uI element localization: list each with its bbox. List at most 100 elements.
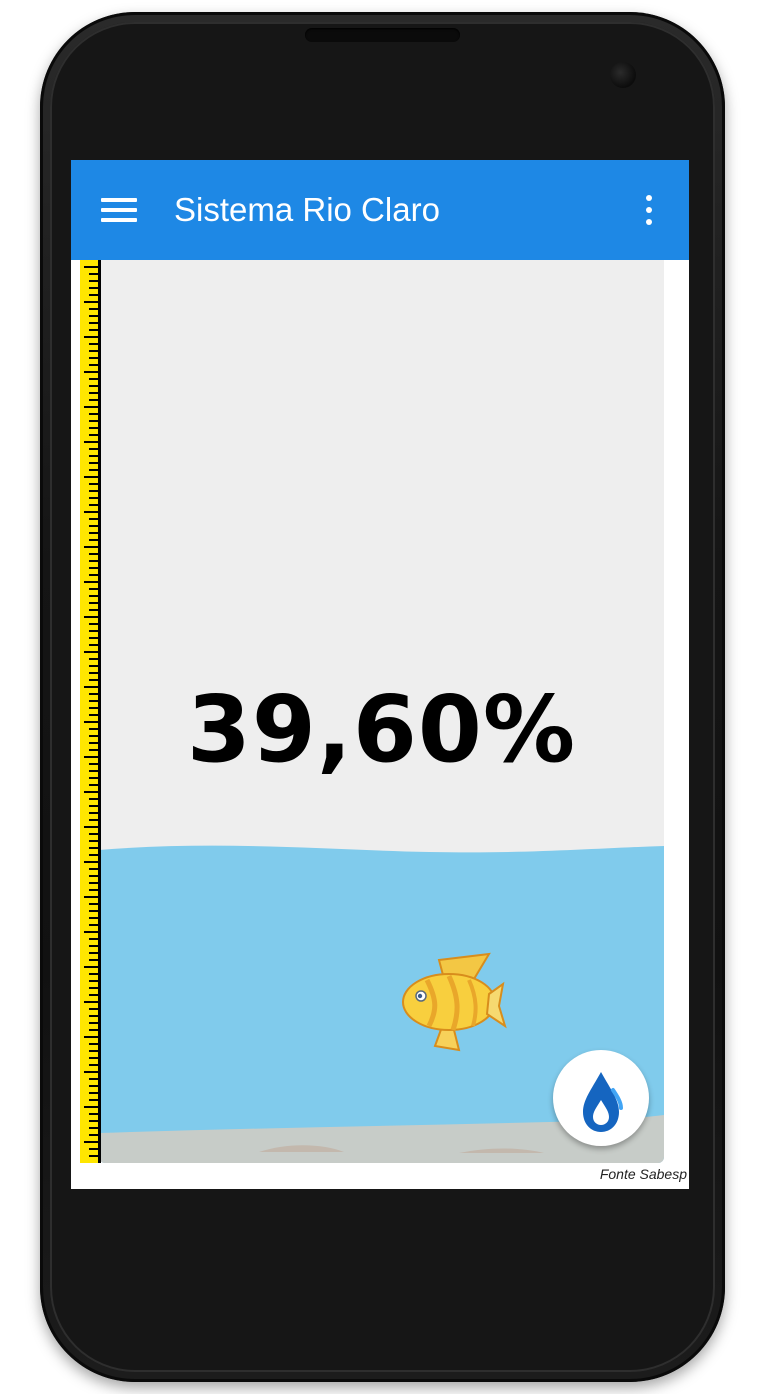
ruler-tick — [84, 756, 98, 758]
ruler-tick — [89, 679, 98, 681]
ruler-tick — [89, 903, 98, 905]
ruler-tick — [89, 448, 98, 450]
ruler-tick — [89, 280, 98, 282]
ruler-tick — [89, 952, 98, 954]
ruler-tick — [89, 294, 98, 296]
ruler-tick — [89, 574, 98, 576]
ruler-tick — [89, 637, 98, 639]
ruler-tick — [84, 931, 98, 933]
ruler-tick — [89, 784, 98, 786]
ruler-tick — [89, 973, 98, 975]
ruler-tick — [89, 644, 98, 646]
ruler-tick — [89, 553, 98, 555]
ruler-tick — [89, 490, 98, 492]
ruler-tick — [89, 812, 98, 814]
ruler-tick — [89, 693, 98, 695]
ruler-tick — [89, 630, 98, 632]
ruler-tick — [84, 896, 98, 898]
ruler-tick — [89, 749, 98, 751]
ruler-tick — [89, 840, 98, 842]
water-drop-icon — [583, 1072, 623, 1132]
ruler-tick — [89, 469, 98, 471]
ruler-tick — [84, 651, 98, 653]
ruler-tick — [84, 1001, 98, 1003]
ruler-tick — [84, 336, 98, 338]
ruler-tick — [84, 686, 98, 688]
ruler-tick — [89, 798, 98, 800]
ruler-tick — [89, 1127, 98, 1129]
ruler-tick — [89, 1029, 98, 1031]
ruler-tick — [89, 1022, 98, 1024]
water-drop-button[interactable] — [553, 1050, 649, 1146]
ruler-tick — [89, 1064, 98, 1066]
ruler-tick — [89, 399, 98, 401]
ruler-tick — [84, 581, 98, 583]
ruler-tick — [84, 371, 98, 373]
ruler-tick — [89, 847, 98, 849]
ruler-tick — [89, 1015, 98, 1017]
ruler-tick — [89, 875, 98, 877]
ruler-tick — [89, 518, 98, 520]
ruler-tick — [89, 1134, 98, 1136]
ruler-tick — [89, 1099, 98, 1101]
ruler-tick — [89, 805, 98, 807]
ruler-tick — [89, 910, 98, 912]
ruler-tick — [84, 1106, 98, 1108]
ruler-tick — [89, 364, 98, 366]
ruler-tick — [89, 980, 98, 982]
ruler-tick — [89, 595, 98, 597]
ruler-tick — [84, 966, 98, 968]
ruler-tick — [84, 406, 98, 408]
ruler-tick — [89, 777, 98, 779]
ruler-tick — [84, 826, 98, 828]
ruler-tick — [89, 602, 98, 604]
ruler-tick — [89, 1050, 98, 1052]
ruler-tick — [89, 868, 98, 870]
ruler-tick — [89, 945, 98, 947]
content-area: 39,60% Fonte Sabesp — [71, 260, 689, 1189]
ruler-tick — [84, 546, 98, 548]
ruler-tick — [89, 1057, 98, 1059]
ruler-tick — [84, 616, 98, 618]
ruler-tick — [89, 763, 98, 765]
phone-screen: Sistema Rio Claro 39,60% Fonte Sabesp — [71, 160, 689, 1189]
ruler-tick — [89, 273, 98, 275]
ruler-tick — [89, 434, 98, 436]
ruler-tick — [89, 1148, 98, 1150]
ruler-tick — [89, 707, 98, 709]
data-source-label: Fonte Sabesp — [599, 1166, 687, 1182]
ruler-tick — [89, 343, 98, 345]
ruler-tick — [84, 266, 98, 268]
ruler-tick — [89, 728, 98, 730]
hamburger-menu-icon[interactable] — [101, 196, 137, 224]
ruler-tick — [89, 420, 98, 422]
ruler-tick — [89, 378, 98, 380]
ruler-tick — [89, 672, 98, 674]
ruler-tick — [89, 994, 98, 996]
ruler-tick — [89, 924, 98, 926]
ruler-tick — [89, 1092, 98, 1094]
ruler-tick — [84, 301, 98, 303]
ruler-body — [80, 260, 101, 1163]
ruler-tick — [89, 315, 98, 317]
reservoir-level-percent: 39,60% — [186, 676, 577, 783]
ruler-tick — [89, 504, 98, 506]
ruler-tick — [84, 791, 98, 793]
ruler-tick — [89, 658, 98, 660]
ruler-tick — [89, 532, 98, 534]
ruler-tick — [89, 623, 98, 625]
ruler-tick — [89, 819, 98, 821]
ruler-tick — [89, 1120, 98, 1122]
ruler-tick — [89, 917, 98, 919]
ruler-tick — [89, 329, 98, 331]
ruler-tick — [89, 525, 98, 527]
more-vert-icon[interactable] — [639, 190, 659, 230]
ruler-tick — [89, 1113, 98, 1115]
ruler-tick — [84, 1071, 98, 1073]
ruler-tick — [89, 287, 98, 289]
ruler-tick — [89, 539, 98, 541]
ruler-tick — [89, 1043, 98, 1045]
ruler-tick — [89, 392, 98, 394]
ruler-tick — [89, 588, 98, 590]
ruler-tick — [89, 427, 98, 429]
